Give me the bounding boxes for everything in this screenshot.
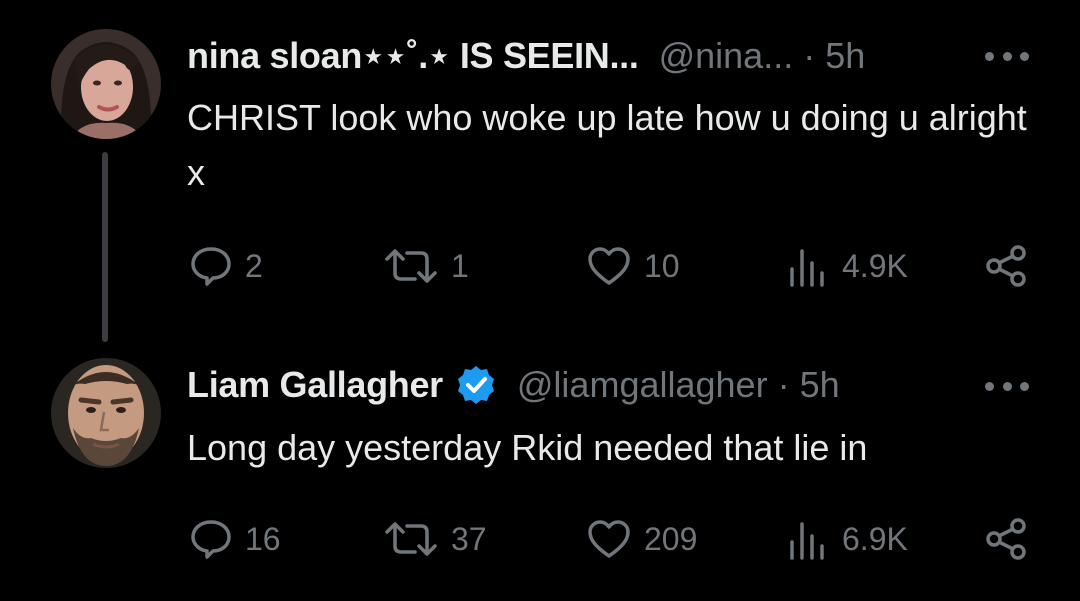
reply-button[interactable]: 16: [189, 516, 281, 562]
views-button[interactable]: 4.9K: [786, 243, 908, 289]
retweet-count: 37: [451, 520, 487, 557]
share-button[interactable]: [984, 243, 1030, 289]
like-icon: [588, 247, 630, 285]
views-icon: [790, 522, 824, 560]
retweet-icon: [385, 249, 437, 283]
views-count: 4.9K: [842, 247, 908, 284]
reply-count: 2: [245, 247, 263, 284]
tweet-1[interactable]: nina sloan⋆⋆˚.⋆ IS SEEIN... @nina... · 5…: [0, 0, 1080, 342]
more-icon[interactable]: [985, 380, 1029, 392]
like-count: 209: [644, 520, 698, 557]
tweet-2[interactable]: Liam Gallagher @liamgallagher · 5h Long …: [0, 330, 1080, 601]
share-button[interactable]: [984, 516, 1030, 562]
verified-badge-icon[interactable]: [455, 364, 497, 406]
tweet-actions: 2 1 10 4.9K: [0, 243, 1080, 289]
retweet-count: 1: [451, 247, 469, 284]
like-icon: [588, 520, 630, 558]
user-handle[interactable]: @nina...: [659, 35, 794, 77]
tweet-text: CHRIST look who woke up late how u doing…: [187, 97, 1027, 193]
retweet-button[interactable]: 1: [383, 243, 469, 289]
reply-count: 16: [245, 520, 281, 557]
views-count: 6.9K: [842, 520, 908, 557]
more-icon[interactable]: [985, 50, 1029, 62]
avatar-nina-sloan[interactable]: [51, 29, 161, 139]
share-icon: [986, 518, 1026, 560]
like-button[interactable]: 209: [586, 516, 697, 562]
user-handle[interactable]: @liamgallagher: [517, 364, 768, 406]
retweet-button[interactable]: 37: [383, 516, 487, 562]
views-button[interactable]: 6.9K: [786, 516, 908, 562]
retweet-icon: [385, 522, 437, 556]
separator-dot: ·: [777, 364, 790, 405]
timestamp[interactable]: 5h: [825, 35, 865, 77]
separator-dot: ·: [803, 35, 816, 76]
views-icon: [790, 249, 824, 287]
display-name[interactable]: nina sloan⋆⋆˚.⋆ IS SEEIN...: [187, 35, 639, 77]
reply-icon: [191, 247, 231, 286]
tweet-text: Long day yesterday Rkid needed that lie …: [187, 427, 868, 468]
timestamp[interactable]: 5h: [800, 364, 840, 406]
reply-icon: [191, 520, 231, 559]
tweet-header: Liam Gallagher @liamgallagher · 5h: [187, 360, 840, 410]
thread-view: nina sloan⋆⋆˚.⋆ IS SEEIN... @nina... · 5…: [0, 0, 1080, 601]
like-button[interactable]: 10: [586, 243, 680, 289]
display-name[interactable]: Liam Gallagher: [187, 364, 443, 406]
avatar-liam-gallagher[interactable]: [51, 358, 161, 468]
tweet-header: nina sloan⋆⋆˚.⋆ IS SEEIN... @nina... · 5…: [187, 31, 865, 81]
reply-button[interactable]: 2: [189, 243, 263, 289]
tweet-actions: 16 37 209 6.9K: [0, 516, 1080, 562]
share-icon: [986, 245, 1026, 287]
like-count: 10: [644, 247, 680, 284]
